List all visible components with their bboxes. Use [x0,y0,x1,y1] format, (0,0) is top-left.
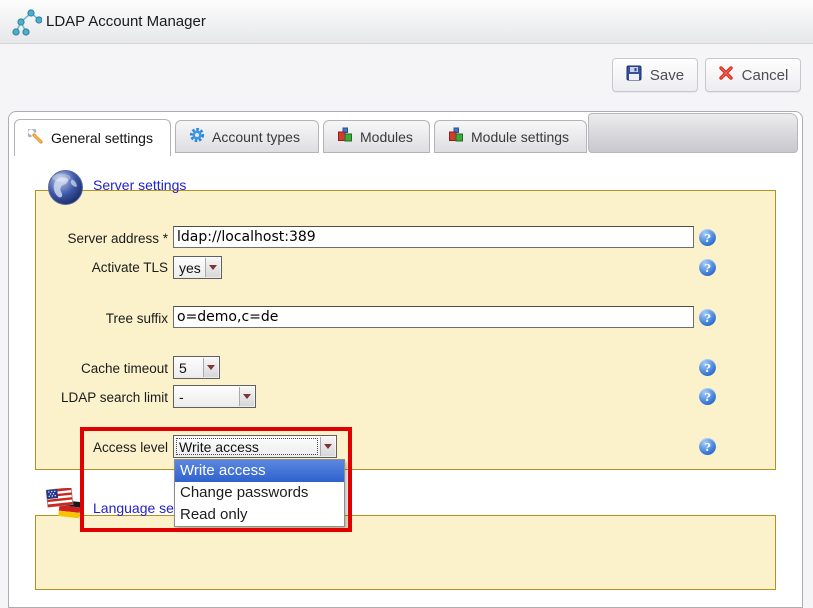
save-button[interactable]: Save [612,58,698,92]
tab-label: Account types [212,129,300,145]
tab-label: Modules [360,129,413,145]
gear-icon [189,127,205,146]
dropdown-arrow-icon [203,358,218,377]
wrench-icon [28,129,44,148]
floppy-disk-icon [626,65,642,85]
help-icon-activate-tls[interactable]: ? [699,259,716,276]
dropdown-option-change-passwords[interactable]: Change passwords [175,482,344,504]
help-icon-server-address[interactable]: ? [699,229,716,246]
help-icon-tree-suffix[interactable]: ? [699,309,716,326]
title-bar: LDAP Account Manager [0,0,813,44]
selected-value: Write access [179,439,259,455]
activate-tls-label: Activate TLS [28,260,168,275]
help-icon-search-limit[interactable]: ? [699,388,716,405]
help-icon-access-level[interactable]: ? [699,438,716,455]
selected-value: - [179,389,184,405]
access-level-select[interactable]: Write access [173,435,337,458]
dropdown-arrow-icon [239,387,254,406]
cancel-button-label: Cancel [742,67,789,84]
server-settings-legend[interactable]: Server settings [93,177,186,193]
lam-configuration-page: LDAP Account Manager Save Cancel [0,0,813,608]
server-address-input[interactable] [173,226,694,248]
help-icon-cache-timeout[interactable]: ? [699,359,716,376]
dropdown-arrow-icon [320,437,335,456]
tab-label: Module settings [471,129,569,145]
language-settings-fieldset [35,515,776,590]
tree-suffix-label: Tree suffix [28,311,168,326]
globe-icon [47,169,84,211]
access-level-dropdown-list: Write access Change passwords Read only [174,459,345,527]
dropdown-option-read-only[interactable]: Read only [175,504,344,526]
tab-label: General settings [51,130,153,146]
search-limit-label: LDAP search limit [28,390,168,405]
tab-modules[interactable]: Modules [323,120,430,153]
selected-value: 5 [179,360,187,376]
save-button-label: Save [650,67,684,84]
access-level-label: Access level [28,440,168,455]
blocks-icon [448,127,464,146]
selected-value: yes [179,260,201,276]
tab-strip-filler [588,113,798,153]
cache-timeout-label: Cache timeout [28,361,168,376]
blocks-icon [337,127,353,146]
server-address-label: Server address * [28,231,168,246]
cache-timeout-select[interactable]: 5 [173,356,220,379]
tab-module-settings[interactable]: Module settings [434,120,587,153]
lam-logo-icon [12,7,42,37]
cancel-x-icon [718,65,734,85]
tab-general-settings[interactable]: General settings [14,119,171,156]
dropdown-arrow-icon [205,258,220,277]
activate-tls-select[interactable]: yes [173,256,222,279]
dropdown-option-write-access[interactable]: Write access [175,460,344,482]
search-limit-select[interactable]: - [173,385,256,408]
tree-suffix-input[interactable] [173,306,694,328]
language-flags-icon [46,488,84,527]
app-title: LDAP Account Manager [46,0,206,44]
tab-account-types[interactable]: Account types [175,120,319,153]
cancel-button[interactable]: Cancel [705,58,801,92]
